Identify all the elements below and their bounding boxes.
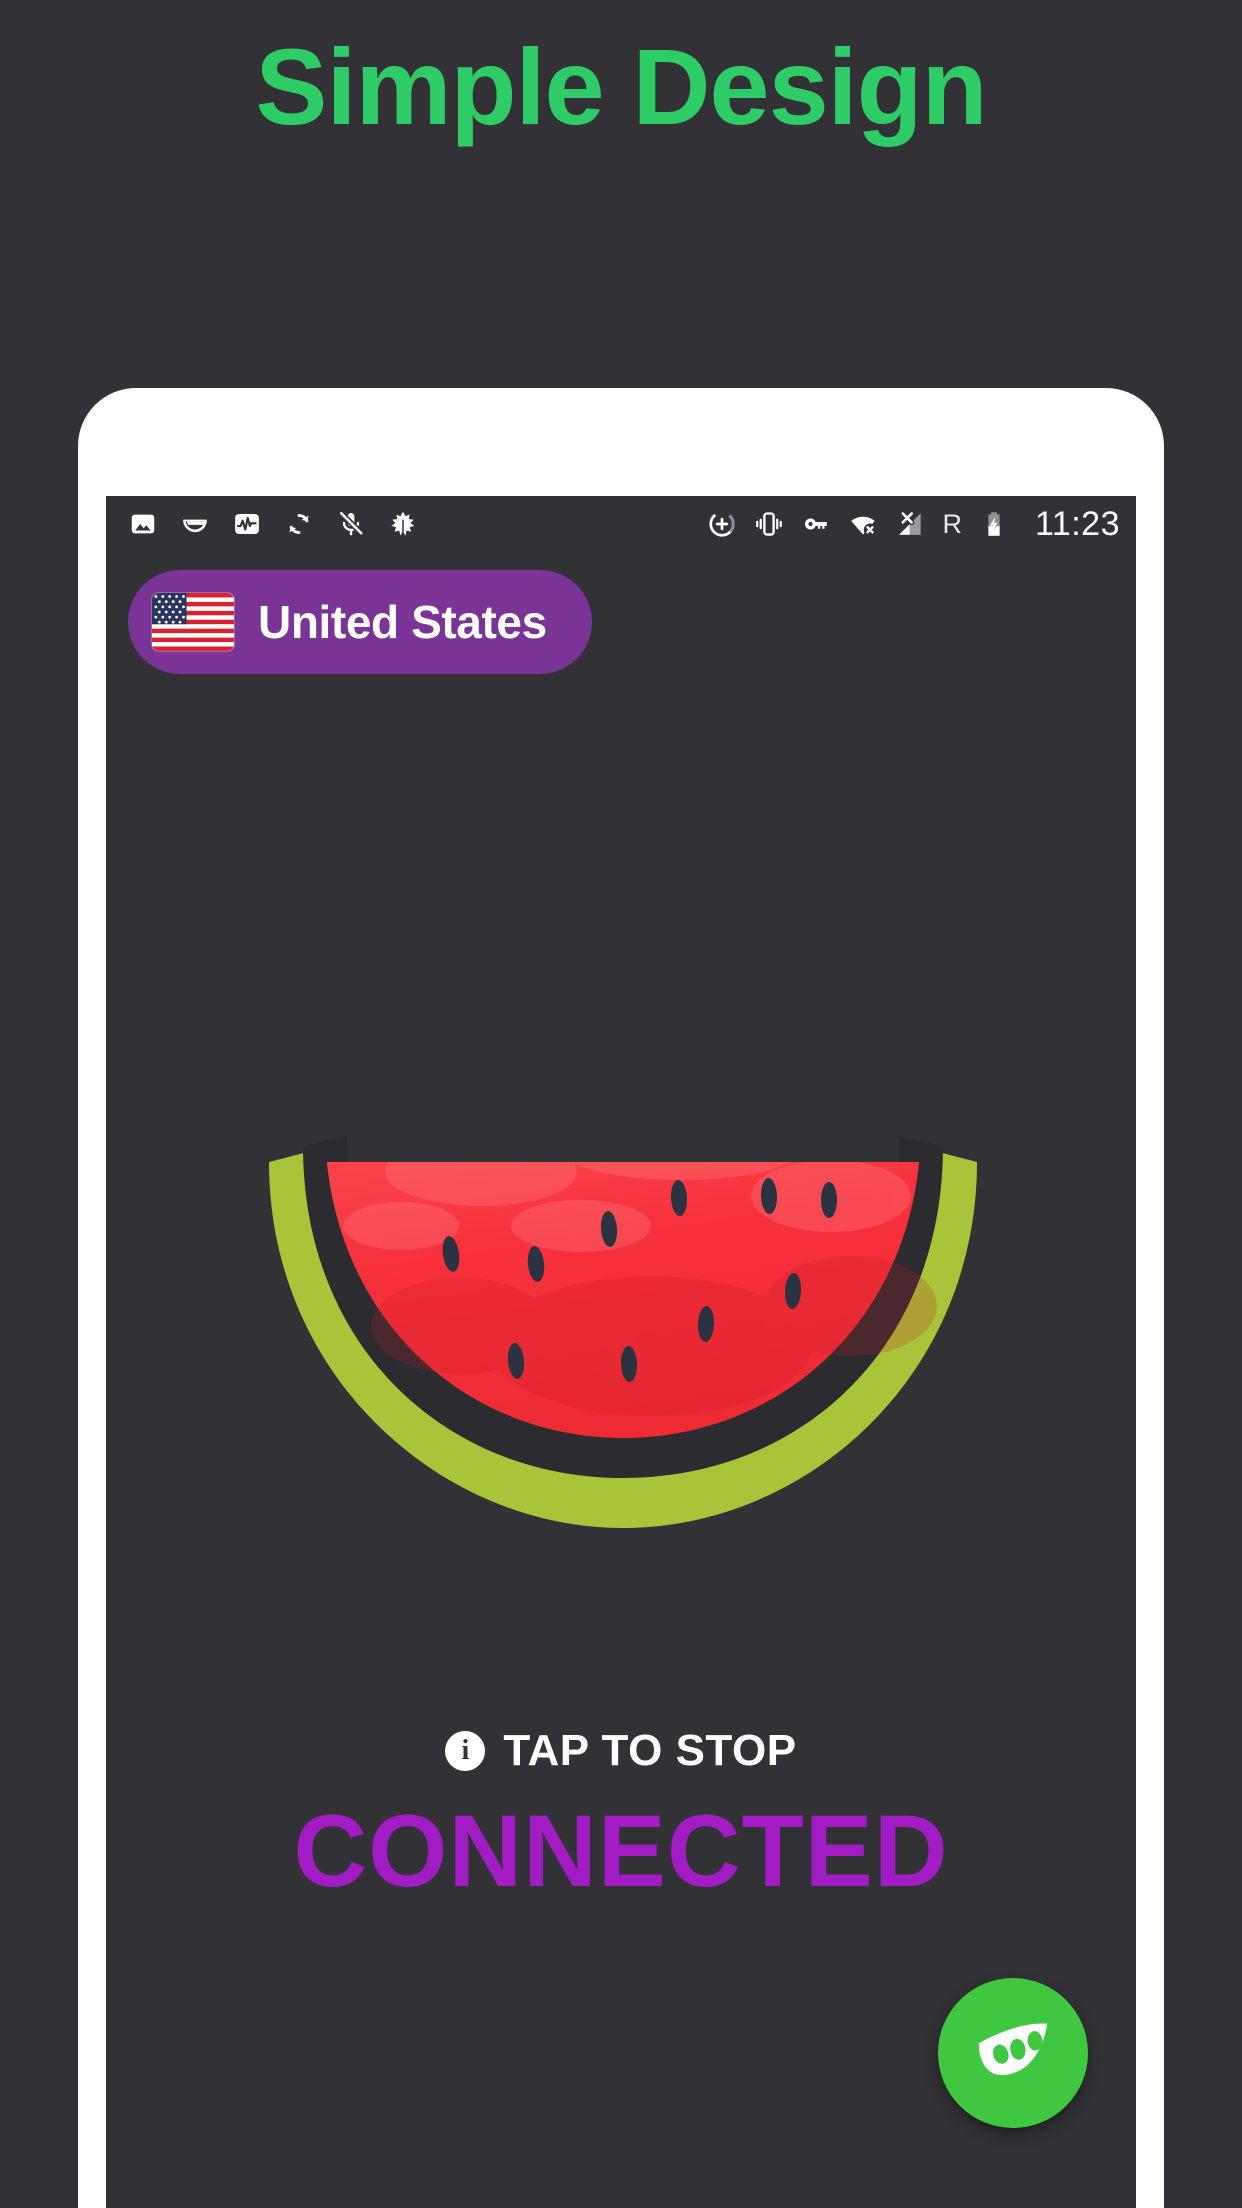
promo-headline: Simple Design bbox=[255, 26, 987, 147]
wifi-off-icon bbox=[848, 509, 878, 539]
phone-screen: R 11:23 United States i TAP TO STOP CONN… bbox=[106, 496, 1136, 2208]
vibrate-icon bbox=[754, 509, 784, 539]
battery-charging-icon bbox=[979, 509, 1009, 539]
status-bar: R 11:23 bbox=[106, 496, 1136, 552]
status-bar-right-icons: R 11:23 bbox=[707, 507, 1120, 541]
roaming-indicator: R bbox=[942, 508, 962, 539]
microphone-muted-icon bbox=[336, 509, 366, 539]
sync-icon bbox=[284, 509, 314, 539]
country-name-label: United States bbox=[258, 596, 547, 648]
watermelon-slice-icon bbox=[974, 2014, 1052, 2092]
image-icon bbox=[128, 509, 158, 539]
tap-to-stop-label: TAP TO STOP bbox=[503, 1726, 797, 1775]
tap-to-stop-button[interactable]: i TAP TO STOP bbox=[106, 1726, 1136, 1776]
signal-off-icon bbox=[895, 509, 925, 539]
connection-status-label: CONNECTED bbox=[293, 1794, 949, 1908]
watermelon-slice-illustration[interactable] bbox=[251, 1076, 991, 1546]
data-saver-icon bbox=[707, 509, 737, 539]
status-bar-left-icons bbox=[128, 509, 418, 539]
leaf-icon bbox=[388, 509, 418, 539]
status-bar-clock: 11:23 bbox=[1034, 505, 1120, 543]
activity-monitor-icon bbox=[232, 509, 262, 539]
info-icon: i bbox=[445, 1731, 486, 1771]
vpn-key-icon bbox=[801, 509, 831, 539]
us-flag-icon bbox=[152, 593, 234, 651]
watermelon-fab-button[interactable] bbox=[938, 1978, 1088, 2128]
watermelon-slice-icon bbox=[180, 509, 210, 539]
country-selector-button[interactable]: United States bbox=[128, 570, 592, 674]
phone-mockup-frame: R 11:23 United States i TAP TO STOP CONN… bbox=[78, 388, 1164, 2208]
